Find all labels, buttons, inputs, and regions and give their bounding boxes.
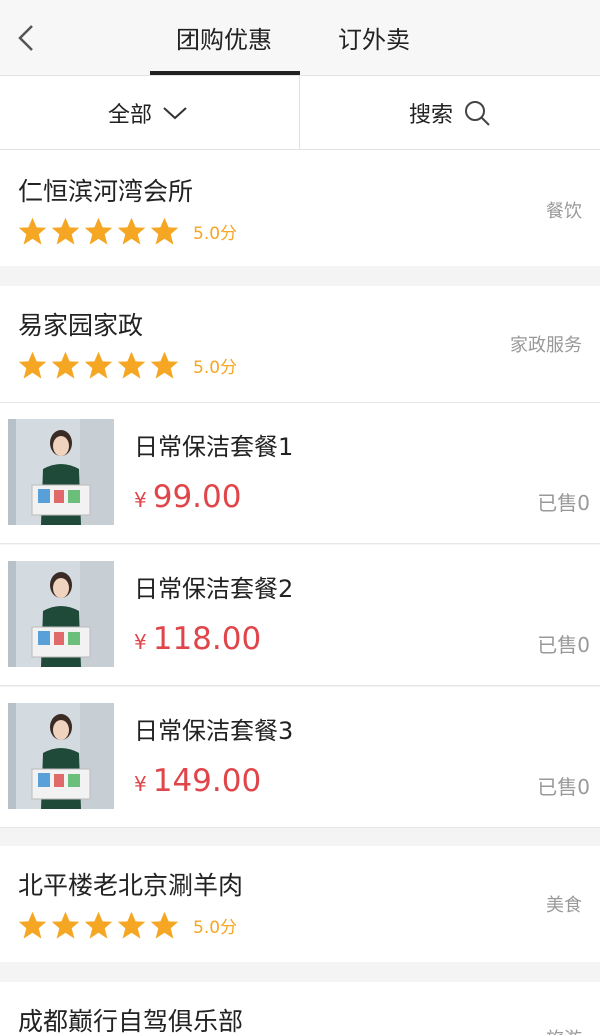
- back-arrow-icon[interactable]: [10, 20, 46, 56]
- sold-count: 已售0: [537, 491, 590, 515]
- star-icon: [51, 351, 80, 379]
- tab-group-deals[interactable]: 团购优惠: [176, 22, 272, 58]
- search-button[interactable]: 搜索: [409, 76, 491, 149]
- star-icon: [84, 217, 113, 245]
- star-icon: [117, 351, 146, 379]
- rating-stars: 5.0分: [16, 349, 237, 382]
- shop-name: 仁恒滨河湾会所: [18, 177, 194, 206]
- star-icon: [150, 351, 179, 379]
- search-icon: [465, 100, 490, 126]
- deal-price: ¥99.00: [134, 479, 241, 515]
- star-icon: [84, 911, 113, 939]
- star-icon: [84, 351, 113, 379]
- price-value: 118.00: [152, 621, 262, 657]
- rating-score: 5.0分: [193, 358, 238, 378]
- star-icon: [18, 351, 47, 379]
- star-icon: [18, 217, 47, 245]
- top-bar: 团购优惠 订外卖: [0, 0, 600, 76]
- currency-symbol: ¥: [134, 488, 147, 512]
- rating-stars: 5.0分: [16, 215, 237, 248]
- chevron-down-icon: [163, 106, 187, 119]
- price-value: 149.00: [152, 763, 262, 799]
- star-icon: [117, 217, 146, 245]
- deal-name: 日常保洁套餐2: [134, 575, 294, 603]
- deal-price: ¥118.00: [134, 621, 261, 657]
- deal-thumbnail: [8, 703, 114, 809]
- shop-list-item[interactable]: 仁恒滨河湾会所 餐饮 5.0分: [0, 150, 600, 266]
- rating-score: 5.0分: [193, 224, 238, 244]
- shop-category: 餐饮: [546, 201, 582, 222]
- shop-name: 成都巅行自驾俱乐部: [18, 1007, 244, 1035]
- deal-thumbnail: [8, 419, 114, 525]
- star-icon: [150, 911, 179, 939]
- shop-name: 北平楼老北京涮羊肉: [18, 871, 244, 900]
- shop-list-item[interactable]: 易家园家政 家政服务 5.0分: [0, 286, 600, 402]
- filter-bar: 全部 搜索: [0, 76, 600, 150]
- deal-price: ¥149.00: [134, 763, 261, 799]
- price-value: 99.00: [152, 479, 242, 515]
- category-filter-button[interactable]: 全部: [108, 76, 188, 149]
- shop-name: 易家园家政: [18, 311, 144, 340]
- search-label: 搜索: [409, 102, 454, 128]
- shop-list-item[interactable]: 成都巅行自驾俱乐部 旅游: [0, 982, 600, 1035]
- shop-list-item[interactable]: 北平楼老北京涮羊肉 美食 5.0分: [0, 846, 600, 962]
- rating-score: 5.0分: [193, 918, 238, 938]
- sold-count: 已售0: [537, 633, 590, 657]
- deal-name: 日常保洁套餐3: [134, 717, 294, 745]
- shop-category: 美食: [546, 895, 582, 916]
- deal-name: 日常保洁套餐1: [134, 433, 294, 461]
- star-icon: [150, 217, 179, 245]
- deal-list-item[interactable]: 日常保洁套餐3 ¥149.00 已售0: [0, 687, 600, 828]
- shop-category: 旅游: [546, 1025, 582, 1035]
- star-icon: [18, 911, 47, 939]
- category-filter-label: 全部: [108, 102, 153, 128]
- star-icon: [51, 217, 80, 245]
- currency-symbol: ¥: [134, 772, 147, 796]
- currency-symbol: ¥: [134, 630, 147, 654]
- star-icon: [51, 911, 80, 939]
- star-icon: [117, 911, 146, 939]
- sold-count: 已售0: [537, 775, 590, 799]
- shop-category: 家政服务: [510, 335, 582, 356]
- tab-takeout[interactable]: 订外卖: [338, 22, 410, 58]
- active-tab-indicator: [150, 71, 300, 75]
- deal-list-item[interactable]: 日常保洁套餐2 ¥118.00 已售0: [0, 545, 600, 686]
- deal-list-item[interactable]: 日常保洁套餐1 ¥99.00 已售0: [0, 403, 600, 544]
- filter-divider: [299, 76, 300, 149]
- rating-stars: 5.0分: [16, 909, 237, 942]
- deal-thumbnail: [8, 561, 114, 667]
